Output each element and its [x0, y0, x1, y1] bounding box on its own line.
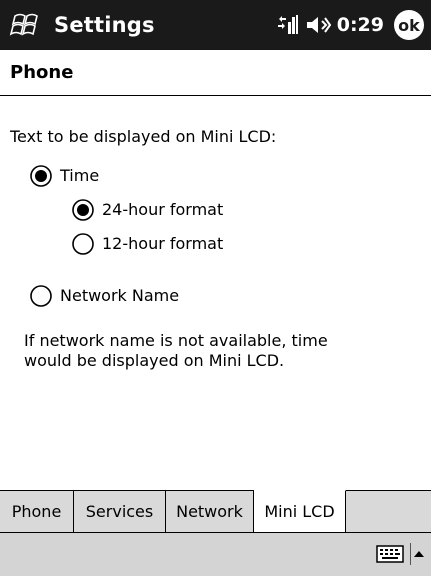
note-line-2: would be displayed on Mini LCD. — [24, 351, 285, 370]
radio-selected-icon — [30, 165, 52, 187]
radio-unselected-icon — [30, 285, 52, 307]
keyboard-icon — [376, 545, 404, 563]
speaker-icon — [306, 17, 331, 33]
radio-time[interactable]: Time — [30, 165, 99, 187]
screen: Settings 0:29 ok Phone Text to be displa… — [0, 0, 431, 576]
system-tray: 0:29 ok — [271, 0, 431, 50]
ok-button[interactable]: ok — [394, 10, 424, 40]
windows-start-icon — [9, 13, 38, 36]
tab-network[interactable]: Network — [166, 490, 254, 532]
radio-unselected-icon — [72, 233, 94, 255]
tab-mini-lcd-label: Mini LCD — [264, 502, 335, 521]
tab-phone[interactable]: Phone — [0, 490, 74, 532]
note-line-1: If network name is not available, time — [24, 331, 328, 350]
network-fallback-note: If network name is not available, time w… — [24, 331, 328, 371]
input-panel-button[interactable] — [375, 541, 405, 567]
tab-services-label: Services — [85, 502, 154, 521]
title-bar: Settings 0:29 ok — [0, 0, 431, 50]
connectivity-button[interactable] — [271, 0, 303, 50]
settings-content: Text to be displayed on Mini LCD: Time 2… — [0, 97, 431, 490]
tab-network-label: Network — [176, 502, 243, 521]
volume-button[interactable] — [303, 0, 333, 50]
mini-lcd-prompt-label: Text to be displayed on Mini LCD: — [10, 127, 277, 146]
clock[interactable]: 0:29 — [337, 14, 384, 36]
app-title: Settings — [54, 13, 155, 37]
radio-time-label: Time — [60, 166, 100, 185]
start-button[interactable] — [0, 0, 52, 50]
radio-selected-icon — [72, 199, 94, 221]
command-bar — [0, 532, 431, 576]
radio-network-name[interactable]: Network Name — [30, 285, 179, 307]
tab-mini-lcd[interactable]: Mini LCD — [254, 490, 346, 532]
signal-antenna-icon — [277, 15, 298, 34]
input-method-menu-button[interactable] — [410, 543, 426, 565]
radio-12-hour[interactable]: 12-hour format — [72, 233, 223, 255]
radio-network-name-label: Network Name — [60, 286, 180, 305]
tab-phone-label: Phone — [11, 502, 62, 521]
radio-24-hour-label: 24-hour format — [102, 200, 224, 219]
page-title: Phone — [10, 62, 74, 83]
up-arrow-icon — [413, 551, 424, 557]
tab-services[interactable]: Services — [74, 490, 166, 532]
tab-bar: Phone Services Network Mini LCD — [0, 490, 431, 532]
radio-24-hour[interactable]: 24-hour format — [72, 199, 223, 221]
radio-12-hour-label: 12-hour format — [102, 234, 224, 253]
page-header: Phone — [0, 50, 431, 96]
